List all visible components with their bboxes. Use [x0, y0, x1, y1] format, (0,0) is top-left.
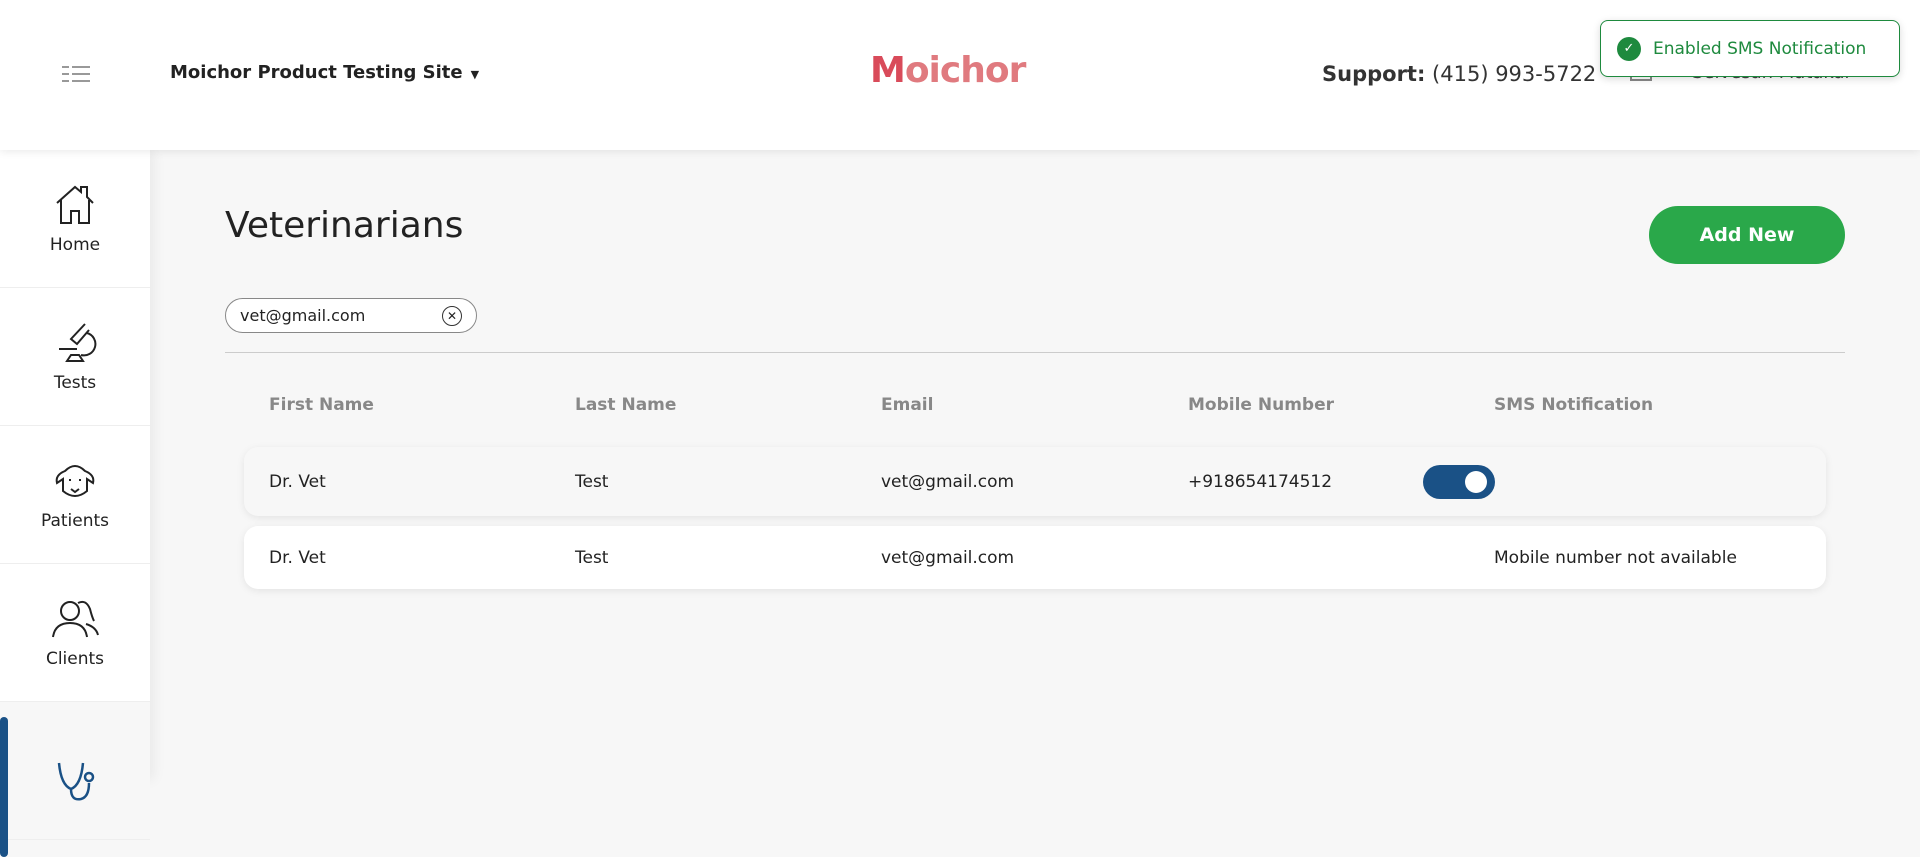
support-label: Support: — [1322, 62, 1426, 86]
email-cell: vet@gmail.com — [881, 471, 1015, 492]
table-row[interactable]: Dr. Vet Test vet@gmail.com +918654174512 — [244, 447, 1826, 516]
users-icon — [52, 600, 99, 637]
column-header-sms: SMS Notification — [1494, 395, 1654, 415]
divider — [225, 352, 1845, 353]
stethoscope-icon — [57, 762, 95, 801]
last-name-cell: Test — [575, 471, 609, 492]
home-icon — [56, 185, 94, 224]
toggle-knob — [1465, 470, 1487, 493]
sidebar-item-patients[interactable]: Patients — [0, 426, 150, 564]
dog-icon — [55, 464, 95, 497]
email-cell: vet@gmail.com — [881, 547, 1015, 568]
moichor-logo: Moichor — [870, 50, 1026, 91]
first-name-cell: Dr. Vet — [269, 547, 326, 568]
filter-chip-label: vet@gmail.com — [240, 306, 366, 325]
mobile-cell: +918654174512 — [1188, 471, 1333, 492]
toast-notification: ✓ Enabled SMS Notification — [1600, 20, 1900, 77]
sidebar-item-home[interactable]: Home — [0, 150, 150, 288]
clear-filter-icon[interactable]: ✕ — [442, 305, 462, 326]
caret-down-icon: ▼ — [470, 68, 480, 81]
sidebar-item-label: Patients — [40, 510, 110, 531]
menu-icon[interactable] — [62, 66, 90, 82]
last-name-cell: Test — [575, 547, 609, 568]
page-title: Veterinarians — [225, 205, 464, 246]
column-header-email: Email — [881, 395, 934, 415]
toast-message: Enabled SMS Notification — [1653, 38, 1867, 59]
sidebar-item-label: Clients — [45, 648, 105, 669]
sidebar-item-label: Home — [49, 234, 101, 255]
sms-notification-toggle[interactable] — [1423, 464, 1495, 499]
sms-unavailable-text: Mobile number not available — [1494, 547, 1737, 568]
site-name: Moichor Product Testing Site — [170, 62, 463, 83]
sidebar-item-veterinarians[interactable] — [0, 702, 150, 857]
column-header-first-name: First Name — [269, 395, 374, 415]
table-row[interactable]: Dr. Vet Test vet@gmail.com Mobile number… — [244, 526, 1826, 589]
sidebar-item-label: Tests — [53, 372, 97, 393]
sidebar: Home Tests Patients Clients — [0, 150, 150, 857]
support-phone: (415) 993-5722 — [1432, 62, 1597, 86]
support-info: Support: (415) 993-5722 — [1322, 62, 1596, 86]
sidebar-item-tests[interactable]: Tests — [0, 288, 150, 426]
add-new-button[interactable]: Add New — [1649, 206, 1845, 264]
column-header-mobile: Mobile Number — [1188, 395, 1334, 415]
sidebar-item-clients[interactable]: Clients — [0, 564, 150, 702]
site-selector[interactable]: Moichor Product Testing Site ▼ — [170, 62, 479, 83]
first-name-cell: Dr. Vet — [269, 471, 326, 492]
filter-chip: vet@gmail.com ✕ — [225, 298, 477, 333]
column-header-last-name: Last Name — [575, 395, 677, 415]
check-circle-icon: ✓ — [1617, 36, 1641, 61]
microscope-icon — [59, 322, 97, 362]
